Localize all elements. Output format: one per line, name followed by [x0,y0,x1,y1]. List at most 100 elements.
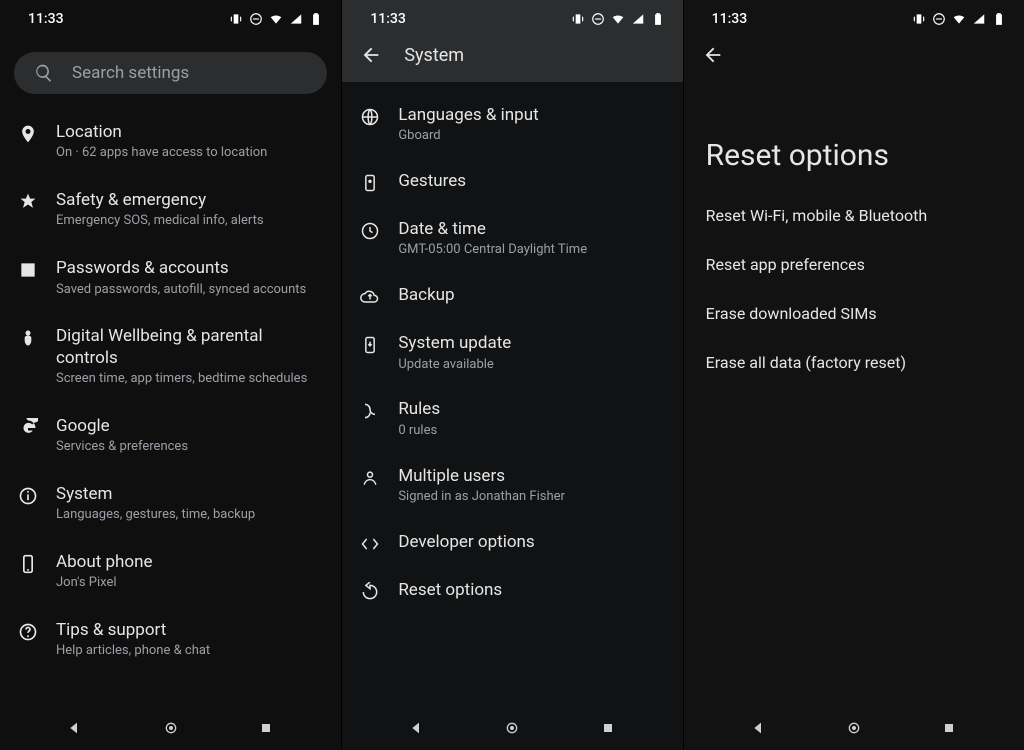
nav-recents-button[interactable] [246,714,286,742]
row-subtitle: Services & preferences [56,439,323,456]
status-time: 11:33 [712,11,748,27]
phone-icon [18,552,38,574]
settings-row-safety[interactable]: Safety & emergency Emergency SOS, medica… [0,176,341,244]
user-icon [360,466,380,488]
system-row-rules[interactable]: Rules 0 rules [342,386,682,452]
info-icon [18,484,38,506]
back-button[interactable] [360,44,382,66]
cell-signal-icon [972,12,986,26]
vibrate-icon [912,12,926,26]
nav-recents-button[interactable] [929,714,969,742]
system-row-reset[interactable]: Reset options [342,567,682,615]
reset-option-factory[interactable]: Erase all data (factory reset) [706,338,1002,387]
emergency-icon [18,190,38,212]
row-subtitle: Saved passwords, autofill, synced accoun… [56,282,323,299]
row-title: Location [56,122,323,143]
system-row-languages[interactable]: Languages & input Gboard [342,92,682,158]
app-bar-title: System [404,45,464,66]
clock-icon [360,219,380,241]
nav-bar [0,710,341,750]
row-title: Rules [398,399,664,420]
update-icon [360,333,380,355]
gestures-icon [360,171,380,193]
reset-options-screen: 11:33 Reset options Reset Wi-Fi, mobile … [683,0,1024,750]
back-button[interactable] [702,44,724,66]
vibrate-icon [571,12,585,26]
status-icons [229,12,323,26]
row-title: System [56,484,323,505]
nav-home-button[interactable] [834,714,874,742]
battery-icon [992,12,1006,26]
row-title: Digital Wellbeing & parental controls [56,326,323,369]
status-bar: 11:33 [0,0,341,34]
row-subtitle: Jon's Pixel [56,575,323,592]
page-title: Reset options [706,138,1002,173]
reset-options-list: Reset Wi-Fi, mobile & Bluetooth Reset ap… [684,187,1024,391]
system-row-update[interactable]: System update Update available [342,320,682,386]
search-placeholder: Search settings [72,63,189,83]
nav-home-button[interactable] [151,714,191,742]
nav-bar [684,710,1024,750]
reset-option-network[interactable]: Reset Wi-Fi, mobile & Bluetooth [706,191,1002,240]
wellbeing-icon [18,326,38,348]
nav-recents-button[interactable] [588,714,628,742]
settings-row-location[interactable]: Location On · 62 apps have access to loc… [0,108,341,176]
status-icons [912,12,1006,26]
row-subtitle: Update available [398,357,664,374]
code-icon [360,532,380,554]
status-bar: 11:33 [342,0,682,34]
reset-option-erase-sims[interactable]: Erase downloaded SIMs [706,289,1002,338]
row-subtitle: On · 62 apps have access to location [56,145,323,162]
search-settings-field[interactable]: Search settings [14,52,327,94]
google-icon [18,416,38,438]
cell-signal-icon [289,12,303,26]
system-row-developer[interactable]: Developer options [342,519,682,567]
row-title: Developer options [398,532,664,553]
row-title: Reset options [398,580,664,601]
row-title: Passwords & accounts [56,258,323,279]
system-row-users[interactable]: Multiple users Signed in as Jonathan Fis… [342,453,682,519]
dnd-icon [591,12,605,26]
row-title: Languages & input [398,105,664,126]
settings-row-google[interactable]: Google Services & preferences [0,402,341,470]
settings-row-tips[interactable]: Tips & support Help articles, phone & ch… [0,606,341,674]
row-title: Tips & support [56,620,323,641]
status-icons [571,12,665,26]
cloud-icon [360,285,380,307]
rules-icon [360,399,380,421]
system-settings-screen: 11:33 System Languages & input Gb [341,0,682,750]
nav-back-button[interactable] [397,714,437,742]
settings-row-passwords[interactable]: Passwords & accounts Saved passwords, au… [0,244,341,312]
location-icon [18,122,38,144]
status-time: 11:33 [28,11,64,27]
system-row-datetime[interactable]: Date & time GMT-05:00 Central Daylight T… [342,206,682,272]
help-icon [18,620,38,642]
settings-row-about[interactable]: About phone Jon's Pixel [0,538,341,606]
battery-icon [651,12,665,26]
settings-row-system[interactable]: System Languages, gestures, time, backup [0,470,341,538]
row-title: System update [398,333,664,354]
wifi-icon [269,12,283,26]
settings-row-wellbeing[interactable]: Digital Wellbeing & parental controls Sc… [0,312,341,401]
page-title-area: Reset options [684,82,1024,187]
app-bar: System [342,34,682,82]
row-title: Backup [398,285,664,306]
dnd-icon [932,12,946,26]
reset-option-app-prefs[interactable]: Reset app preferences [706,240,1002,289]
row-title: Date & time [398,219,664,240]
reset-icon [360,580,380,602]
battery-icon [309,12,323,26]
row-title: Multiple users [398,466,664,487]
status-time: 11:33 [370,11,406,27]
nav-back-button[interactable] [739,714,779,742]
nav-home-button[interactable] [492,714,532,742]
row-subtitle: Help articles, phone & chat [56,643,323,660]
row-subtitle: Signed in as Jonathan Fisher [398,489,664,506]
nav-bar [342,710,682,750]
nav-back-button[interactable] [55,714,95,742]
system-row-gestures[interactable]: Gestures [342,158,682,206]
row-subtitle: GMT-05:00 Central Daylight Time [398,242,664,259]
system-row-backup[interactable]: Backup [342,272,682,320]
row-subtitle: Languages, gestures, time, backup [56,507,323,524]
language-icon [360,105,380,127]
